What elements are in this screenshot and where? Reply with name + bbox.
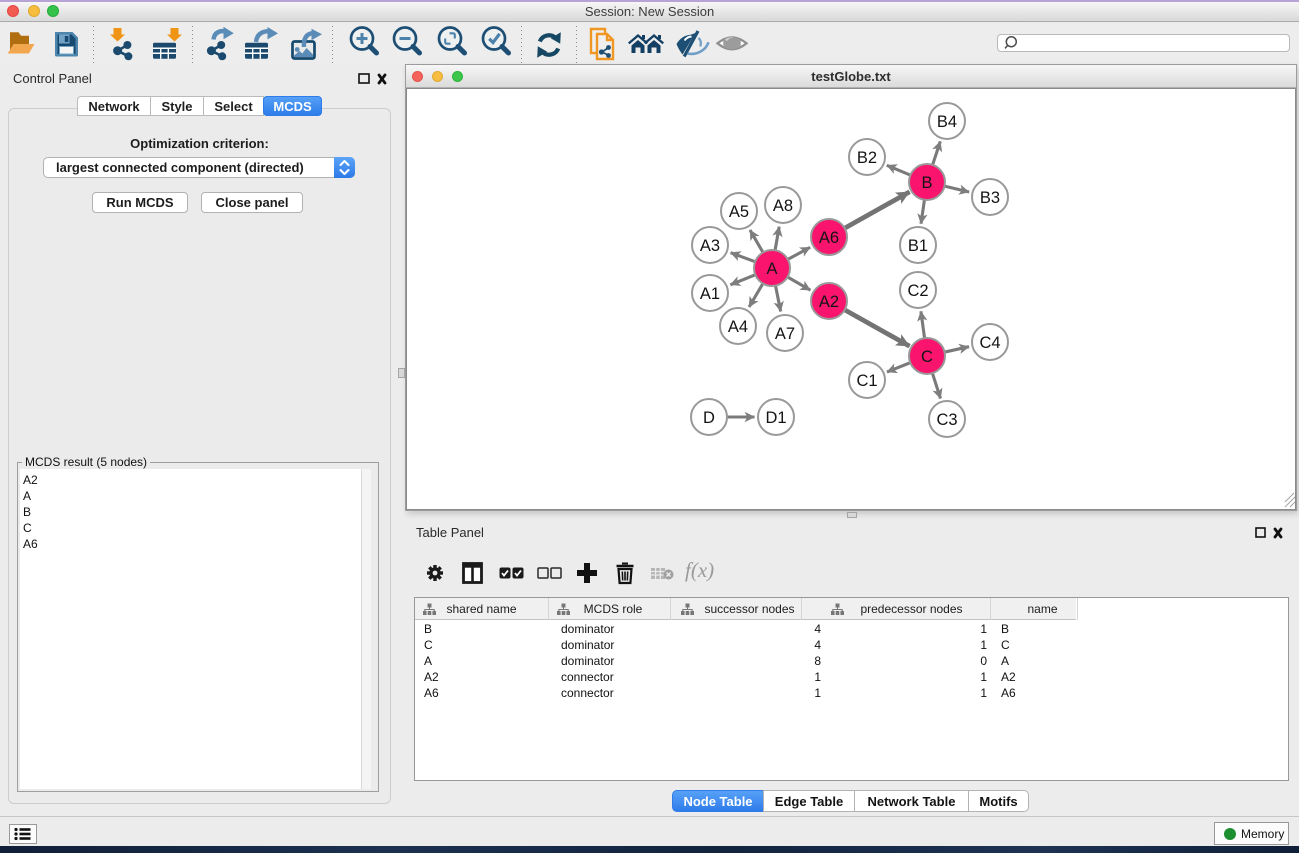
svg-text:B3: B3 [980,189,1000,207]
svg-text:A6: A6 [819,229,839,247]
svg-text:C4: C4 [979,334,1000,352]
svg-text:B1: B1 [908,237,928,255]
svg-text:A8: A8 [773,197,793,215]
svg-text:A3: A3 [700,237,720,255]
svg-text:C1: C1 [856,372,877,390]
svg-text:B2: B2 [857,149,877,167]
svg-text:C3: C3 [936,411,957,429]
svg-text:B: B [921,174,932,192]
svg-text:A: A [766,260,777,278]
svg-text:D1: D1 [765,409,786,427]
svg-text:A7: A7 [775,325,795,343]
svg-text:B4: B4 [937,113,957,131]
svg-text:A5: A5 [729,203,749,221]
svg-text:A4: A4 [728,318,748,336]
svg-text:A2: A2 [819,293,839,311]
svg-text:C2: C2 [907,282,928,300]
svg-text:A1: A1 [700,285,720,303]
svg-text:D: D [703,409,715,427]
svg-text:C: C [921,348,933,366]
